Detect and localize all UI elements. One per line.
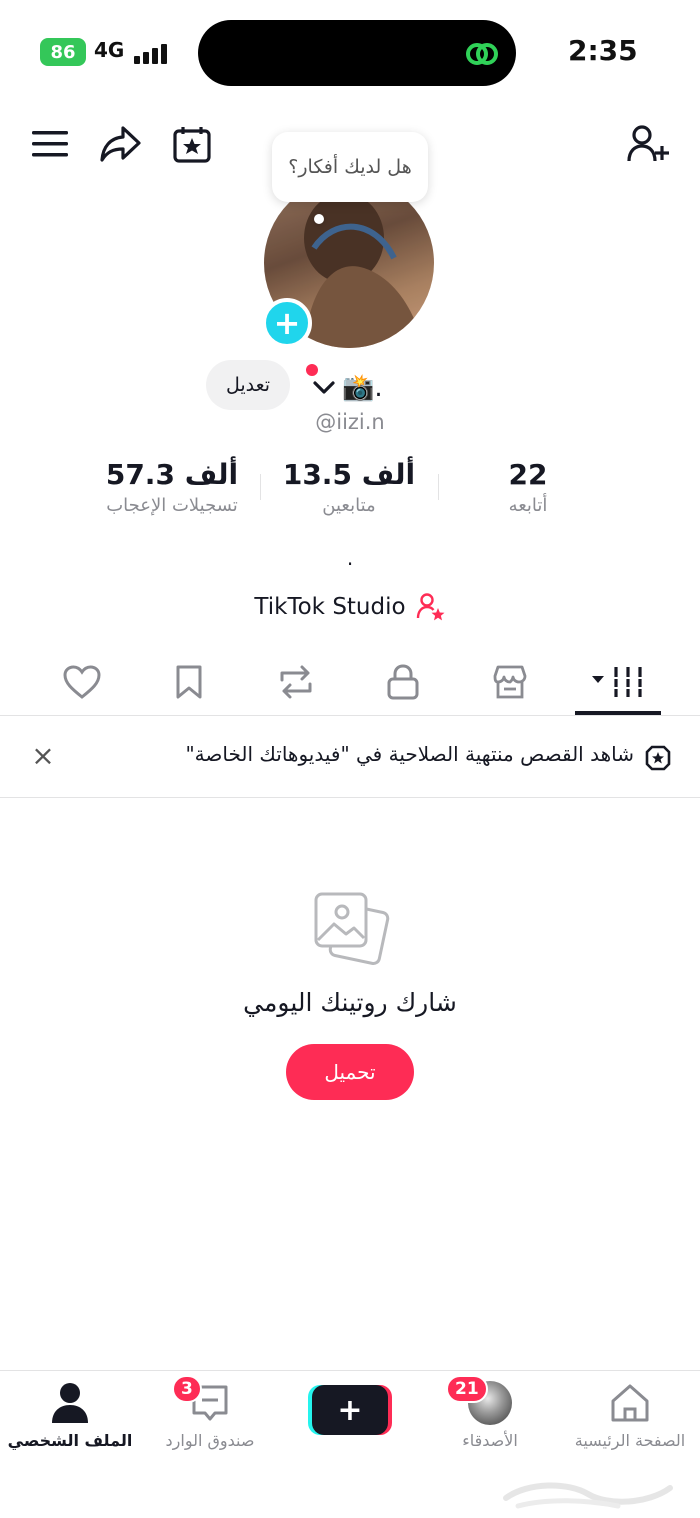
upload-button[interactable]: تحميل [286,1044,414,1100]
battery-indicator: 86 [40,38,86,66]
link-icon [466,43,498,65]
followers-stat[interactable]: 13.5 ألف متابعين [276,458,422,516]
repost-icon [280,665,312,699]
nav-friends[interactable]: الأصدقاء [420,1381,560,1450]
shop-icon [493,665,527,699]
nav-inbox-label: صندوق الوارد [165,1431,255,1450]
story-star-icon [645,745,671,771]
likes-stat[interactable]: 57.3 ألف تسجيلات الإعجاب [98,458,246,516]
nav-inbox[interactable]: صندوق الوارد [140,1381,280,1450]
creator-star-icon [416,593,445,621]
add-story-button[interactable]: + [262,298,312,348]
nav-home-label: الصفحة الرئيسية [574,1431,686,1450]
nav-profile[interactable]: الملف الشخصي [0,1381,140,1450]
create-button[interactable]: + [312,1385,388,1435]
followers-label: متابعين [322,495,376,516]
heart-icon [63,665,101,699]
network-type: 4G [94,38,125,62]
profile-tabs [0,652,700,716]
notice-text: شاهد القصص منتهية الصلاحية في "فيديوهاتك… [185,742,634,766]
tooltip-pointer [314,214,324,224]
grid-icon [592,667,644,697]
ideas-tooltip[interactable]: هل لديك أفكار؟ [272,132,428,202]
inbox-badge: 3 [172,1375,202,1403]
clock: 2:35 [568,34,638,67]
divider [260,474,261,500]
lock-icon [387,664,419,700]
signal-icon [134,40,168,64]
following-stat[interactable]: 22 أتابعه [470,458,586,516]
watermark-logo [503,1482,673,1509]
likes-label: تسجيلات الإعجاب [106,495,238,516]
calendar-star-icon[interactable] [170,122,214,166]
photo-stack-icon [314,892,390,966]
dynamic-island [198,20,516,86]
username: 📸. [342,373,383,403]
close-icon[interactable]: × [28,739,58,772]
edit-profile-button[interactable]: تعديل [206,360,290,410]
tab-liked[interactable] [52,652,112,712]
active-tab-indicator [575,711,661,715]
following-count: 22 [508,458,548,491]
friends-badge: 21 [446,1375,488,1403]
bio[interactable]: . [0,546,700,570]
likes-count: 57.3 ألف [105,458,239,491]
handle: @iizi.n [315,410,385,434]
empty-state-title: شارك روتينك اليومي [243,988,457,1017]
account-switcher[interactable]: 📸. [312,368,383,408]
add-friend-icon[interactable] [626,122,670,166]
nav-profile-label: الملف الشخصي [7,1431,133,1450]
tab-favorites[interactable] [159,652,219,712]
profile-icon [52,1383,88,1423]
tab-reposts[interactable] [266,652,326,712]
divider [438,474,439,500]
studio-label: TikTok Studio [254,594,406,620]
stories-notice[interactable]: شاهد القصص منتهية الصلاحية في "فيديوهاتك… [0,716,700,798]
followers-count: 13.5 ألف [282,458,416,491]
home-icon [611,1384,649,1422]
chevron-down-icon [313,381,335,394]
tab-private[interactable] [373,652,433,712]
following-label: أتابعه [508,495,548,516]
share-icon[interactable] [98,122,142,166]
menu-icon[interactable] [28,122,72,166]
nav-home[interactable]: الصفحة الرئيسية [560,1381,700,1450]
tiktok-studio-link[interactable]: TikTok Studio [0,592,700,622]
tab-shop[interactable] [480,652,540,712]
nav-friends-label: الأصدقاء [462,1431,518,1450]
tab-videos[interactable] [588,652,648,712]
bookmark-icon [176,665,202,699]
